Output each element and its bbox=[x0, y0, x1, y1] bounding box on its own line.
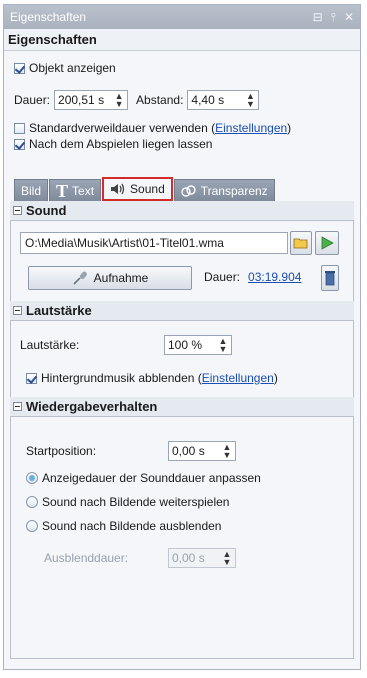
volume-label: Lautstärke: bbox=[20, 338, 80, 352]
start-position-label: Startposition: bbox=[26, 444, 97, 458]
volume-value: 100 % bbox=[168, 338, 203, 352]
tab-text-label: Text bbox=[72, 183, 95, 198]
default-duration-checkbox[interactable] bbox=[14, 122, 25, 134]
properties-panel: Eigenschaften ⊟ ⫯ ✕ Eigenschaften Objekt… bbox=[3, 4, 361, 670]
radio-label: Anzeigedauer der Sounddauer anpassen bbox=[42, 471, 261, 485]
show-object-row[interactable]: Objekt anzeigen bbox=[14, 61, 116, 75]
play-icon bbox=[321, 236, 334, 250]
radio-button[interactable] bbox=[26, 520, 38, 532]
browse-folder-button[interactable] bbox=[290, 231, 312, 255]
radio-adjust-duration[interactable]: Anzeigedauer der Sounddauer anpassen bbox=[26, 471, 261, 485]
sound-section-title: Sound bbox=[26, 202, 67, 218]
folder-icon bbox=[293, 238, 308, 249]
duration-value: 200,51 s bbox=[58, 93, 105, 107]
spinner-arrows-icon[interactable]: ▲ ▼ bbox=[222, 443, 232, 460]
tab-bild-label: Bild bbox=[21, 183, 42, 198]
default-duration-row[interactable]: Standardverweildauer verwenden (Einstell… bbox=[14, 121, 291, 135]
panel-titlebar[interactable]: Eigenschaften ⊟ ⫯ ✕ bbox=[4, 5, 360, 29]
show-object-label: Objekt anzeigen bbox=[29, 61, 116, 75]
distance-value: 4,40 s bbox=[191, 93, 225, 107]
radio-label: Sound nach Bildende weiterspielen bbox=[42, 495, 230, 509]
distance-spinner[interactable]: 4,40 s ▲ ▼ bbox=[187, 90, 260, 110]
playback-section-header[interactable]: Wiedergabeverhalten bbox=[10, 397, 354, 417]
speaker-icon bbox=[111, 183, 125, 195]
sound-file-path[interactable]: O:\Media\Musik\Artist\01-Titel01.wma bbox=[20, 232, 288, 254]
volume-section-title: Lautstärke bbox=[26, 302, 92, 318]
collapse-icon[interactable] bbox=[13, 402, 22, 411]
radio-fade-out[interactable]: Sound nach Bildende ausblenden bbox=[26, 519, 221, 533]
fade-background-label: Hintergrundmusik abblenden (Einstellunge… bbox=[41, 371, 278, 385]
fade-duration-row: Ausblenddauer: 0,00 s ▲ ▼ bbox=[44, 548, 236, 568]
volume-row: Lautstärke: 100 % ▲ ▼ bbox=[20, 335, 232, 355]
tab-bild[interactable]: Bild bbox=[14, 179, 49, 201]
start-position-spinner[interactable]: 0,00 s ▲ ▼ bbox=[168, 441, 236, 461]
sound-duration-label: Dauer: bbox=[204, 270, 241, 284]
volume-section-header[interactable]: Lautstärke bbox=[10, 301, 354, 321]
stay-after-play-label: Nach dem Abspielen liegen lassen bbox=[29, 137, 213, 151]
record-button-label: Aufnahme bbox=[93, 271, 149, 285]
show-object-checkbox[interactable] bbox=[14, 62, 25, 74]
radio-button[interactable] bbox=[26, 472, 38, 484]
panel-heading: Eigenschaften bbox=[4, 29, 360, 51]
fade-background-row[interactable]: Hintergrundmusik abblenden (Einstellunge… bbox=[26, 371, 278, 385]
radio-button[interactable] bbox=[26, 496, 38, 508]
dock-icon[interactable]: ⊟ bbox=[313, 5, 323, 29]
start-position-row: Startposition: 0,00 s ▲ ▼ bbox=[26, 441, 236, 461]
fade-duration-label: Ausblenddauer: bbox=[44, 551, 129, 565]
panel-window-title: Eigenschaften bbox=[10, 10, 87, 24]
collapse-icon[interactable] bbox=[13, 206, 22, 215]
default-duration-label: Standardverweildauer verwenden (Einstell… bbox=[29, 121, 292, 135]
settings-link[interactable]: Einstellungen bbox=[202, 371, 274, 385]
pin-icon[interactable]: ⫯ bbox=[331, 5, 336, 29]
transparency-icon bbox=[181, 184, 196, 197]
trash-icon bbox=[325, 271, 335, 286]
fade-duration-spinner: 0,00 s ▲ ▼ bbox=[168, 548, 236, 568]
close-icon[interactable]: ✕ bbox=[344, 5, 354, 29]
spinner-arrows-icon[interactable]: ▲ ▼ bbox=[114, 92, 124, 109]
start-position-value: 0,00 s bbox=[172, 444, 205, 458]
record-button[interactable]: Aufnahme bbox=[28, 266, 192, 290]
spinner-arrows-icon[interactable]: ▲ ▼ bbox=[245, 92, 255, 109]
duration-row: Dauer: 200,51 s ▲ ▼ Abstand: 4,40 s ▲ ▼ bbox=[14, 90, 260, 110]
stay-after-play-row[interactable]: Nach dem Abspielen liegen lassen bbox=[14, 137, 212, 151]
settings-link[interactable]: Einstellungen bbox=[215, 121, 287, 135]
fade-duration-value: 0,00 s bbox=[172, 551, 205, 565]
collapse-icon[interactable] bbox=[13, 306, 22, 315]
volume-spinner[interactable]: 100 % ▲ ▼ bbox=[164, 335, 232, 355]
sound-duration-row: Dauer: 03:19.904 bbox=[204, 270, 301, 284]
fade-background-checkbox[interactable] bbox=[26, 372, 37, 384]
duration-spinner[interactable]: 200,51 s ▲ ▼ bbox=[54, 90, 129, 110]
microphone-icon bbox=[73, 271, 87, 285]
distance-label: Abstand: bbox=[136, 93, 184, 107]
radio-label: Sound nach Bildende ausblenden bbox=[42, 519, 222, 533]
play-sound-button[interactable] bbox=[315, 231, 339, 255]
sound-duration-link[interactable]: 03:19.904 bbox=[248, 270, 301, 284]
tab-transparenz[interactable]: Transparenz bbox=[173, 179, 275, 201]
property-tabs: Bild T Text Sound Transparenz bbox=[14, 177, 276, 201]
tab-sound-label: Sound bbox=[130, 182, 165, 196]
radio-continue-playing[interactable]: Sound nach Bildende weiterspielen bbox=[26, 495, 229, 509]
tab-sound[interactable]: Sound bbox=[102, 177, 173, 201]
duration-label: Dauer: bbox=[14, 93, 51, 107]
sound-section-header[interactable]: Sound bbox=[10, 201, 354, 221]
spinner-arrows-icon: ▲ ▼ bbox=[222, 549, 232, 567]
spinner-arrows-icon[interactable]: ▲ ▼ bbox=[218, 337, 228, 354]
tab-text[interactable]: T Text bbox=[49, 179, 102, 201]
delete-sound-button[interactable] bbox=[321, 265, 339, 291]
tab-transparenz-label: Transparenz bbox=[200, 183, 268, 198]
playback-section-title: Wiedergabeverhalten bbox=[26, 398, 158, 414]
stay-after-play-checkbox[interactable] bbox=[14, 138, 25, 150]
titlebar-buttons: ⊟ ⫯ ✕ bbox=[313, 5, 354, 29]
text-icon: T bbox=[56, 180, 69, 201]
